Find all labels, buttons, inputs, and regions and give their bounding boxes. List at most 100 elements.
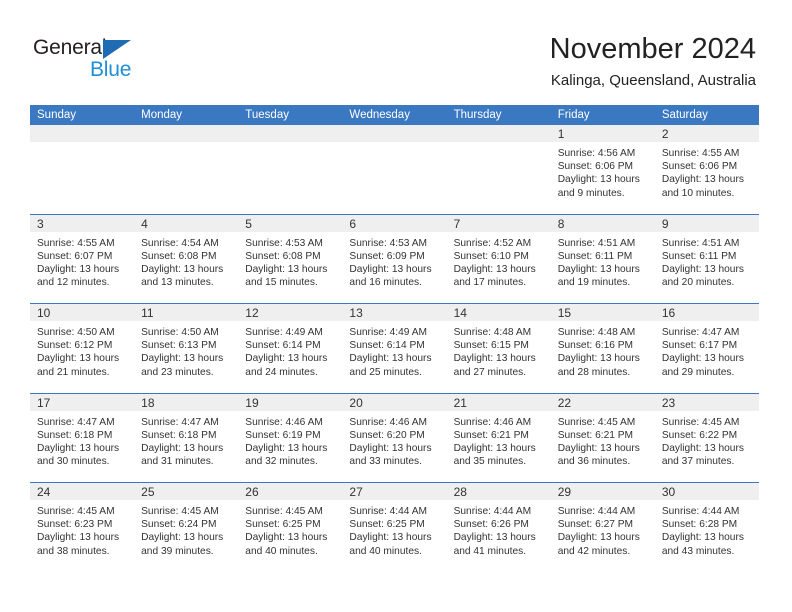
- day-cell[interactable]: 24 Sunrise: 4:45 AM Sunset: 6:23 PM Dayligh…: [30, 483, 135, 572]
- daylight-text: Daylight: 13 hours and 27 minutes.: [453, 353, 536, 378]
- day-details: Sunrise: 4:47 AM Sunset: 6:17 PM Daylight:…: [655, 321, 759, 379]
- day-cell[interactable]: 3 Sunrise: 4:55 AM Sunset: 6:07 PM Daylight…: [30, 214, 135, 304]
- sunset-text: Sunset: 6:14 PM: [349, 340, 425, 352]
- day-cell[interactable]: 9 Sunrise: 4:51 AM Sunset: 6:11 PM Daylight…: [654, 214, 759, 304]
- day-details: Sunrise: 4:50 AM Sunset: 6:12 PM Daylight:…: [30, 321, 134, 379]
- day-number: [30, 125, 135, 142]
- day-cell[interactable]: 18 Sunrise: 4:47 AM Sunset: 6:18 PM Dayligh…: [134, 393, 239, 483]
- day-number: 15: [550, 304, 655, 321]
- daylight-text: Daylight: 13 hours and 21 minutes.: [37, 353, 120, 378]
- daylight-text: Daylight: 13 hours and 17 minutes.: [453, 263, 536, 289]
- day-cell[interactable]: 12 Sunrise: 4:49 AM Sunset: 6:14 PM Dayligh…: [238, 304, 343, 393]
- day-cell[interactable]: 20 Sunrise: 4:46 AM Sunset: 6:20 PM Dayligh…: [342, 393, 447, 483]
- day-number: [238, 125, 343, 142]
- day-cell[interactable]: 11 Sunrise: 4:50 AM Sunset: 6:13 PM Dayligh…: [134, 304, 239, 393]
- day-cell[interactable]: 1 Sunrise: 4:56 AM Sunset: 6:06 PM Daylight…: [550, 125, 655, 214]
- day-cell[interactable]: 17 Sunrise: 4:47 AM Sunset: 6:18 PM Dayligh…: [30, 393, 135, 483]
- day-number: 1: [550, 125, 655, 142]
- day-details: Sunrise: 4:44 AM Sunset: 6:25 PM Daylight:…: [342, 500, 446, 558]
- sunrise-text: Sunrise: 4:47 AM: [141, 416, 219, 428]
- day-number: 24: [30, 483, 135, 500]
- day-cell[interactable]: 23 Sunrise: 4:45 AM Sunset: 6:22 PM Dayligh…: [654, 393, 759, 483]
- day-details: Sunrise: 4:51 AM Sunset: 6:11 PM Daylight:…: [551, 232, 655, 290]
- day-details: Sunrise: 4:53 AM Sunset: 6:08 PM Daylight:…: [238, 232, 342, 290]
- daylight-text: Daylight: 13 hours and 25 minutes.: [349, 353, 432, 378]
- sunset-text: Sunset: 6:16 PM: [557, 340, 634, 352]
- brand-name-blue: Blue: [90, 58, 132, 81]
- day-cell[interactable]: 4 Sunrise: 4:54 AM Sunset: 6:08 PM Daylight…: [134, 214, 239, 304]
- brand-name-general: General: [33, 36, 107, 59]
- day-number: 8: [550, 214, 655, 232]
- sunset-text: Sunset: 6:10 PM: [453, 250, 529, 262]
- sunset-text: Sunset: 6:15 PM: [453, 340, 529, 352]
- daylight-text: Daylight: 13 hours and 36 minutes.: [557, 442, 640, 468]
- sunrise-text: Sunrise: 4:50 AM: [37, 327, 115, 338]
- sunrise-text: Sunrise: 4:51 AM: [557, 237, 636, 249]
- daylight-text: Daylight: 13 hours and 20 minutes.: [661, 263, 744, 289]
- day-cell[interactable]: 28 Sunrise: 4:44 AM Sunset: 6:26 PM Dayligh…: [446, 483, 551, 572]
- sunrise-text: Sunrise: 4:46 AM: [245, 416, 323, 428]
- day-cell[interactable]: 7 Sunrise: 4:52 AM Sunset: 6:10 PM Daylight…: [446, 214, 551, 304]
- title-block: November 2024 Kalinga, Queensland, Austr…: [550, 32, 756, 90]
- day-cell[interactable]: 21 Sunrise: 4:46 AM Sunset: 6:21 PM Dayligh…: [446, 393, 551, 483]
- daylight-text: Daylight: 13 hours and 15 minutes.: [245, 263, 328, 289]
- calendar-table: Sunday Monday Tuesday Wednesday Thursday Frid…: [30, 105, 759, 572]
- day-cell[interactable]: 15 Sunrise: 4:48 AM Sunset: 6:16 PM Dayligh…: [550, 304, 655, 393]
- day-details: Sunrise: 4:52 AM Sunset: 6:10 PM Daylight:…: [447, 232, 551, 290]
- weekday-header-thursday: Thursday: [453, 109, 502, 121]
- day-number: 27: [342, 483, 447, 500]
- day-cell[interactable]: 27 Sunrise: 4:44 AM Sunset: 6:25 PM Dayligh…: [342, 483, 447, 572]
- day-cell[interactable]: 2 Sunrise: 4:55 AM Sunset: 6:06 PM Daylight…: [654, 125, 759, 214]
- day-cell[interactable]: 29 Sunrise: 4:44 AM Sunset: 6:27 PM Dayligh…: [550, 483, 655, 572]
- sunrise-text: Sunrise: 4:45 AM: [245, 506, 323, 517]
- day-cell[interactable]: 10 Sunrise: 4:50 AM Sunset: 6:12 PM Dayligh…: [30, 304, 135, 393]
- day-details: Sunrise: 4:47 AM Sunset: 6:18 PM Daylight:…: [30, 411, 134, 469]
- daylight-text: Daylight: 13 hours and 32 minutes.: [245, 442, 328, 468]
- weekday-header-saturday: Saturday: [661, 109, 708, 121]
- day-number: 21: [446, 393, 551, 411]
- day-cell[interactable]: 14 Sunrise: 4:48 AM Sunset: 6:15 PM Dayligh…: [446, 304, 551, 393]
- day-cell-empty: [238, 125, 343, 214]
- day-cell[interactable]: 25 Sunrise: 4:45 AM Sunset: 6:24 PM Dayligh…: [134, 483, 239, 572]
- sunrise-text: Sunrise: 4:48 AM: [557, 327, 636, 338]
- day-number: 10: [30, 304, 135, 321]
- day-cell[interactable]: 22 Sunrise: 4:45 AM Sunset: 6:21 PM Dayligh…: [550, 393, 655, 483]
- sunset-text: Sunset: 6:08 PM: [245, 250, 321, 262]
- day-cell[interactable]: 26 Sunrise: 4:45 AM Sunset: 6:25 PM Dayligh…: [238, 483, 343, 572]
- sunrise-text: Sunrise: 4:45 AM: [557, 416, 636, 428]
- day-cell[interactable]: 13 Sunrise: 4:49 AM Sunset: 6:14 PM Dayligh…: [342, 304, 447, 393]
- sunrise-text: Sunrise: 4:54 AM: [141, 237, 219, 249]
- day-number: 17: [30, 393, 135, 411]
- weekday-header-wednesday: Wednesday: [349, 109, 410, 121]
- sunset-text: Sunset: 6:19 PM: [245, 429, 321, 441]
- day-cell[interactable]: 5 Sunrise: 4:53 AM Sunset: 6:08 PM Daylight…: [238, 214, 343, 304]
- sunrise-text: Sunrise: 4:45 AM: [37, 506, 115, 517]
- day-cell[interactable]: 6 Sunrise: 4:53 AM Sunset: 6:09 PM Daylight…: [342, 214, 447, 304]
- weekday-header-row: Sunday Monday Tuesday Wednesday Thursday Frid…: [30, 105, 759, 125]
- brand-logo: General Blue: [33, 36, 233, 84]
- sunset-text: Sunset: 6:11 PM: [661, 250, 737, 262]
- day-details: Sunrise: 4:46 AM Sunset: 6:21 PM Daylight:…: [447, 411, 551, 469]
- daylight-text: Daylight: 13 hours and 38 minutes.: [37, 532, 120, 557]
- day-number: 6: [342, 214, 447, 232]
- weekday-header-friday: Friday: [557, 109, 590, 121]
- day-number: 23: [654, 393, 759, 411]
- day-number: 18: [134, 393, 239, 411]
- daylight-text: Daylight: 13 hours and 24 minutes.: [245, 353, 328, 378]
- sunset-text: Sunset: 6:06 PM: [557, 161, 634, 173]
- day-cell[interactable]: 16 Sunrise: 4:47 AM Sunset: 6:17 PM Dayligh…: [654, 304, 759, 393]
- sunrise-text: Sunrise: 4:51 AM: [661, 237, 740, 249]
- daylight-text: Daylight: 13 hours and 42 minutes.: [557, 532, 640, 557]
- sunrise-text: Sunrise: 4:44 AM: [349, 506, 428, 517]
- calendar-body: 1 Sunrise: 4:56 AM Sunset: 6:06 PM Daylight…: [30, 125, 759, 572]
- daylight-text: Daylight: 13 hours and 30 minutes.: [37, 442, 120, 468]
- day-cell[interactable]: 8 Sunrise: 4:51 AM Sunset: 6:11 PM Daylight…: [550, 214, 655, 304]
- sunrise-text: Sunrise: 4:47 AM: [661, 327, 740, 338]
- day-details: Sunrise: 4:44 AM Sunset: 6:28 PM Daylight:…: [655, 500, 759, 558]
- day-number: 16: [654, 304, 759, 321]
- sunrise-text: Sunrise: 4:47 AM: [37, 416, 115, 428]
- day-cell[interactable]: 19 Sunrise: 4:46 AM Sunset: 6:19 PM Dayligh…: [238, 393, 343, 483]
- day-cell[interactable]: 30 Sunrise: 4:44 AM Sunset: 6:28 PM Dayligh…: [654, 483, 759, 572]
- weekday-header-monday: Monday: [141, 109, 183, 121]
- day-details: Sunrise: 4:45 AM Sunset: 6:24 PM Daylight:…: [134, 500, 238, 558]
